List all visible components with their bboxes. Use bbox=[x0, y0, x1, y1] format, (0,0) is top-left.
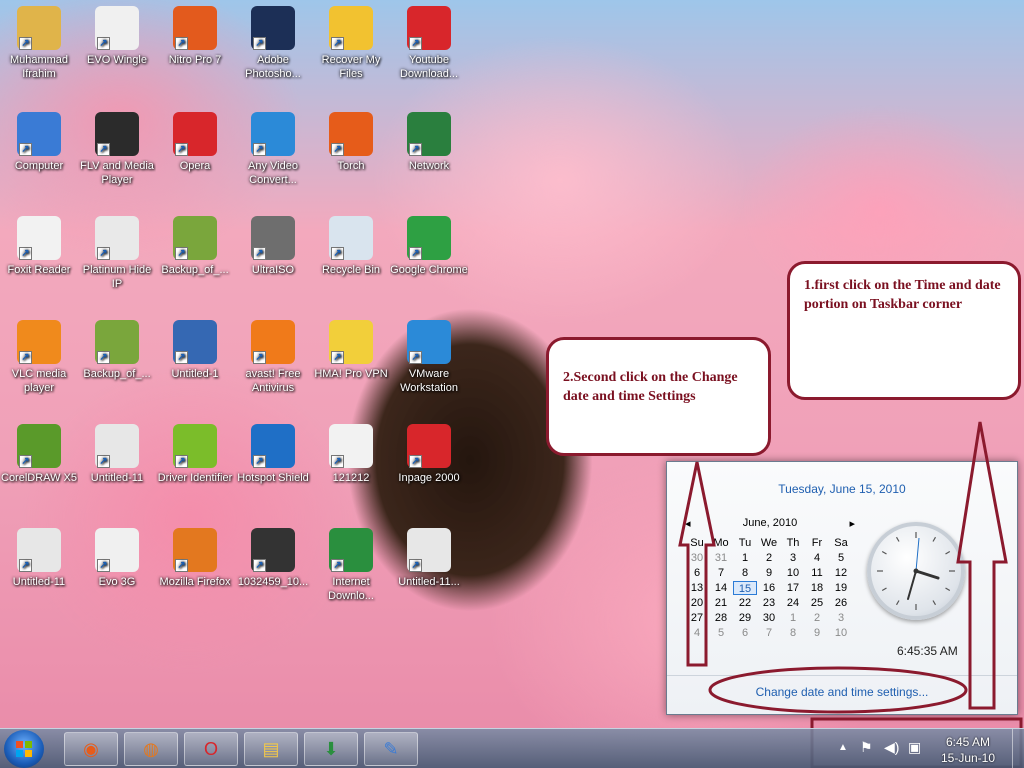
taskbar-date: 15-Jun-10 bbox=[940, 751, 996, 765]
show-desktop-button[interactable] bbox=[1012, 729, 1024, 768]
system-clock[interactable]: 6:45 AM 15-Jun-10 bbox=[0, 729, 1024, 768]
annotation-overlay bbox=[678, 421, 1023, 768]
taskbar: ◉ ◍ O ▤ ⬇ ✎ ▲ ⚑ ◀) ▣ 6:45 AM 15-Jun-10 bbox=[0, 728, 1024, 768]
arrow-up-right-icon bbox=[956, 421, 1008, 710]
change-link-highlight bbox=[708, 666, 968, 714]
taskbar-time: 6:45 AM bbox=[945, 735, 991, 749]
arrow-up-left-icon bbox=[678, 461, 716, 667]
